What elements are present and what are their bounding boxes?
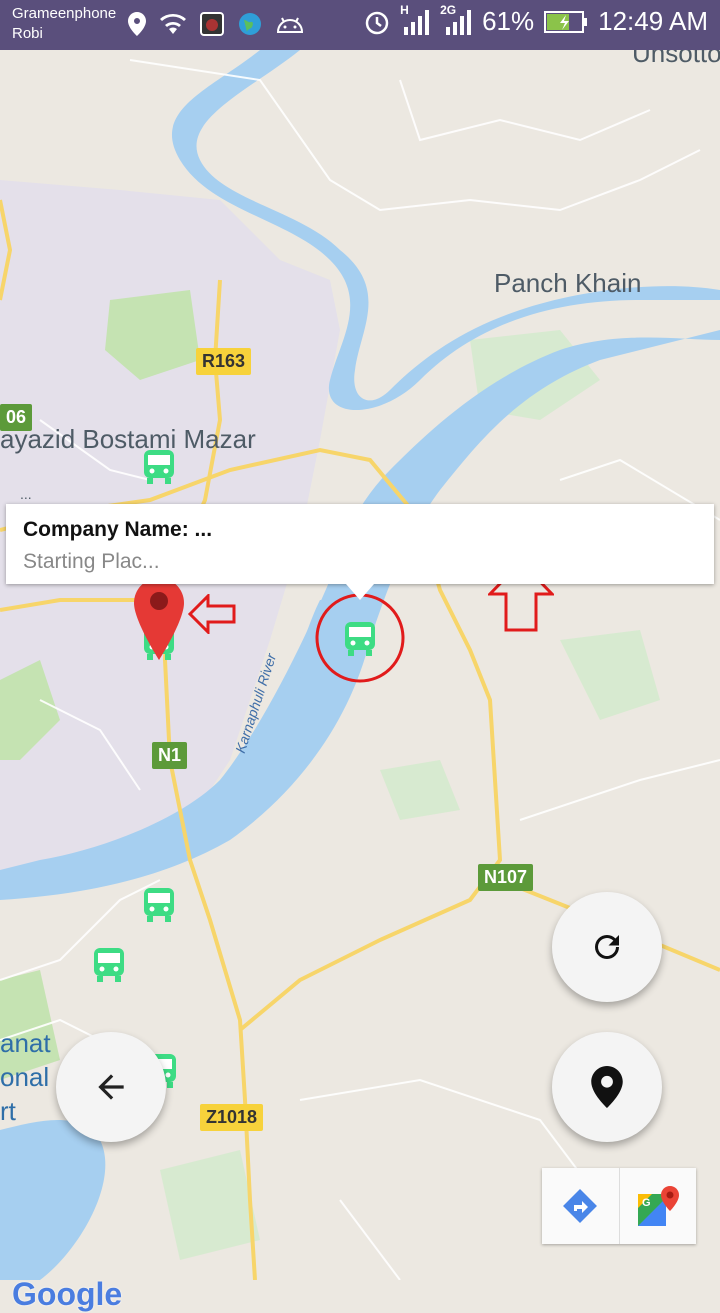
- globe-icon: [239, 13, 261, 35]
- android-icon: [276, 17, 304, 33]
- place-label-park-2: onal: [0, 1062, 50, 1092]
- map-dots: ...: [20, 486, 32, 502]
- road-badge-06: 06: [0, 404, 33, 431]
- clock: 12:49 AM: [598, 6, 708, 36]
- annotation-left-arrow-icon: [188, 594, 236, 634]
- marker-info-window[interactable]: Company Name: ... Starting Plac...: [6, 504, 714, 584]
- place-label-bayazid: ayazid Bostami Mazar: [0, 424, 256, 454]
- signal-h: H: [400, 3, 430, 37]
- annotation-circle-icon: [315, 593, 405, 683]
- info-window-pointer: [346, 584, 374, 600]
- map-toolbar: G: [542, 1168, 696, 1244]
- battery-icon: [544, 10, 588, 33]
- carrier-names: Grameenphone Robi: [12, 4, 116, 44]
- notification-icons: [128, 12, 304, 36]
- status-bar: Grameenphone Robi H 2G 61% 12:49 AM: [0, 0, 720, 50]
- road-badge-n1: N1: [152, 742, 188, 769]
- location-marker-icon[interactable]: [134, 578, 184, 662]
- google-logo-text: Google: [12, 1276, 123, 1312]
- info-window-subtitle: Starting Plac...: [23, 550, 160, 573]
- directions-button[interactable]: [542, 1168, 619, 1244]
- place-label-park-3: rt: [0, 1096, 16, 1126]
- carrier-primary: Grameenphone: [12, 5, 117, 22]
- place-label-park-1: anat: [0, 1028, 51, 1058]
- signal-icon-2: [446, 9, 472, 35]
- refresh-icon: [595, 935, 619, 959]
- signal-2g: 2G: [440, 3, 472, 37]
- battery-percent: 61%: [482, 6, 535, 36]
- road-badge-r163: R163: [196, 348, 252, 375]
- arrow-back-icon: [98, 1074, 124, 1100]
- wifi-icon: [160, 13, 186, 35]
- place-label-panch-khain: Panch Khain: [494, 268, 642, 298]
- svg-text:G: G: [642, 1197, 651, 1209]
- carrier-secondary: Robi: [12, 25, 43, 42]
- refresh-button[interactable]: [552, 892, 662, 1002]
- road-badge-n107: N107: [478, 864, 534, 891]
- alarm-icon: [365, 11, 389, 34]
- directions-icon: [563, 1189, 598, 1223]
- system-status: H 2G 61% 12:49 AM: [364, 3, 708, 37]
- info-window-title: Company Name: ...: [23, 518, 213, 541]
- back-button[interactable]: [56, 1032, 166, 1142]
- bus-stop-marker[interactable]: [142, 886, 176, 924]
- location-icon: [128, 12, 146, 36]
- google-maps-icon: G: [637, 1186, 679, 1226]
- location-pin-icon: [591, 1066, 623, 1108]
- road-badge-z1018: Z1018: [200, 1104, 264, 1131]
- google-logo: Google: [12, 1276, 122, 1313]
- bus-stop-marker[interactable]: [92, 946, 126, 984]
- my-location-button[interactable]: [552, 1032, 662, 1142]
- bus-stop-marker[interactable]: [142, 448, 176, 486]
- open-google-maps-button[interactable]: G: [618, 1168, 697, 1244]
- signal-icon: [404, 9, 430, 35]
- app-notification-icon: [200, 12, 224, 36]
